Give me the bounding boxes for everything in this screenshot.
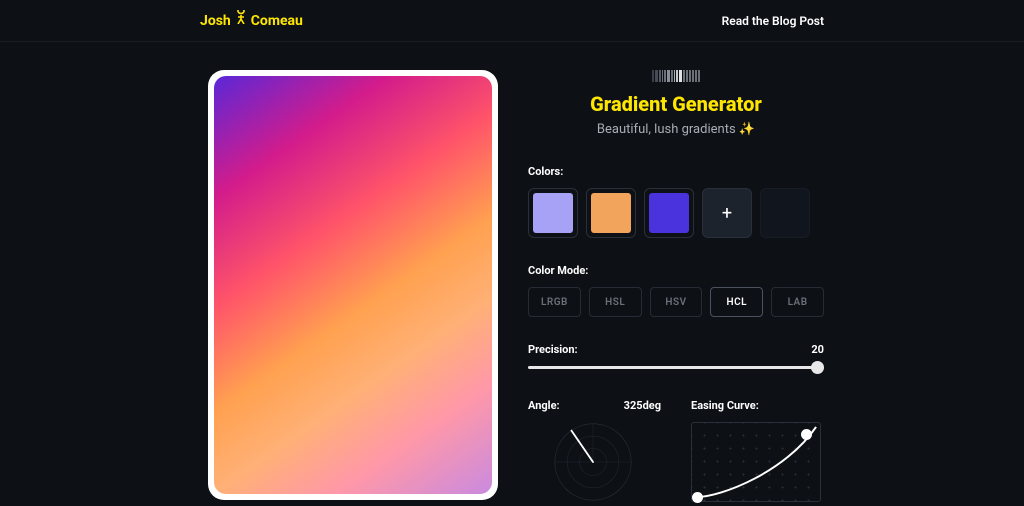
color-swatches: + bbox=[528, 188, 824, 238]
title-block: Gradient Generator Beautiful, lush gradi… bbox=[528, 70, 824, 137]
gradient-preview-card bbox=[208, 70, 498, 500]
mode-hcl[interactable]: HCL bbox=[710, 287, 763, 317]
logo-first: Josh bbox=[200, 13, 231, 29]
color-swatch-1[interactable] bbox=[528, 188, 578, 238]
easing-curve-editor[interactable] bbox=[691, 422, 821, 502]
sparkle-icon: ✨ bbox=[739, 122, 755, 137]
mode-hsv[interactable]: HSV bbox=[650, 287, 703, 317]
color-swatch-empty bbox=[760, 188, 810, 238]
gradient-preview bbox=[214, 76, 492, 494]
easing-label: Easing Curve: bbox=[691, 399, 824, 412]
plus-icon: + bbox=[722, 203, 732, 224]
controls-panel: Gradient Generator Beautiful, lush gradi… bbox=[528, 70, 1024, 502]
app-subtitle: Beautiful, lush gradients ✨ bbox=[528, 122, 824, 137]
color-swatch-2[interactable] bbox=[586, 188, 636, 238]
mode-lrgb[interactable]: LRGB bbox=[528, 287, 581, 317]
angle-dial[interactable] bbox=[528, 422, 658, 502]
slider-thumb[interactable] bbox=[811, 361, 824, 374]
add-color-button[interactable]: + bbox=[702, 188, 752, 238]
precision-section: Precision: 20 bbox=[528, 343, 824, 369]
header: Josh Comeau Read the Blog Post bbox=[0, 0, 1024, 42]
precision-label: Precision: 20 bbox=[528, 343, 824, 356]
blog-post-link[interactable]: Read the Blog Post bbox=[722, 14, 824, 28]
precision-slider[interactable] bbox=[528, 366, 824, 369]
color-swatch-3[interactable] bbox=[644, 188, 694, 238]
logo-last: Comeau bbox=[251, 13, 303, 29]
logo[interactable]: Josh Comeau bbox=[200, 12, 303, 30]
color-mode-label: Color Mode: bbox=[528, 264, 824, 277]
precision-value: 20 bbox=[811, 343, 824, 356]
bottom-controls: Angle: 325deg Easing Curve: bbox=[528, 399, 824, 502]
logo-person-icon bbox=[235, 10, 247, 28]
curve-handle-1[interactable] bbox=[801, 429, 812, 440]
main: Gradient Generator Beautiful, lush gradi… bbox=[0, 42, 1024, 502]
color-mode-tabs: LRGB HSL HSV HCL LAB bbox=[528, 287, 824, 317]
easing-section: Easing Curve: bbox=[691, 399, 824, 502]
angle-value: 325deg bbox=[624, 399, 661, 412]
curve-handle-2[interactable] bbox=[692, 492, 703, 503]
mode-hsl[interactable]: HSL bbox=[589, 287, 642, 317]
colors-label: Colors: bbox=[528, 165, 824, 178]
app-title: Gradient Generator bbox=[528, 92, 824, 116]
barcode-decoration-icon bbox=[528, 70, 824, 82]
angle-section: Angle: 325deg bbox=[528, 399, 661, 502]
angle-label: Angle: 325deg bbox=[528, 399, 661, 412]
mode-lab[interactable]: LAB bbox=[771, 287, 824, 317]
